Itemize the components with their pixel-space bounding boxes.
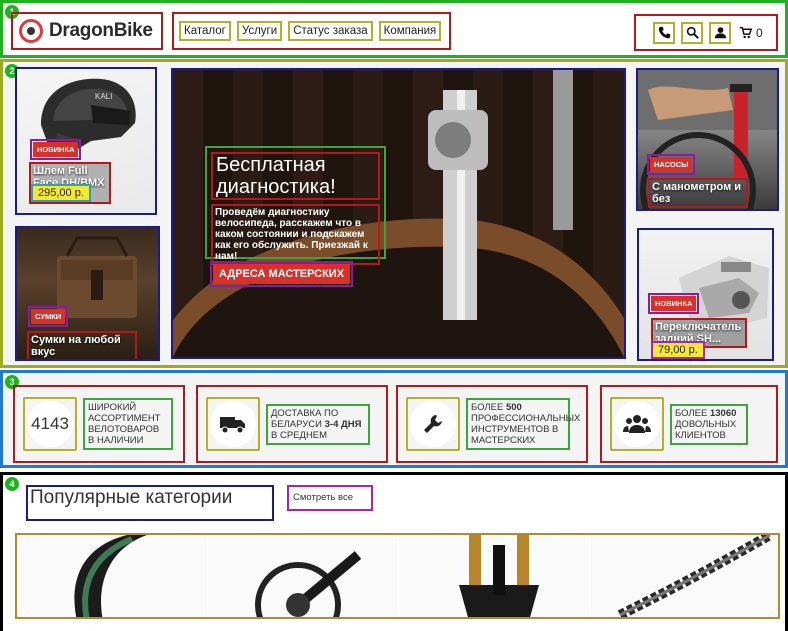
site-header: 1 DragonBike Каталог Услуги Статус заказ… (0, 0, 788, 58)
badge-new: НОВИНКА (29, 139, 82, 160)
promo-card-bags[interactable]: СУМКИ Сумки на любой вкус (15, 226, 160, 361)
cart-icon (739, 26, 752, 39)
truck-icon (206, 397, 260, 451)
section-tag: 4 (5, 477, 19, 491)
see-all-link[interactable]: Смотреть все (287, 485, 373, 511)
hero-description: Проведём диагностику велосипеда, расскаж… (211, 204, 380, 265)
feature-delivery: ДОСТАВКА ПО БЕЛАРУСИ 3-4 ДНЯ В СРЕДНЕМ (196, 385, 388, 463)
svg-text:KALI: KALI (95, 92, 112, 101)
category-tire[interactable] (17, 535, 208, 617)
logo-text: DragonBike (49, 20, 153, 41)
category-carousel (15, 533, 780, 619)
badge-bags: СУМКИ (27, 306, 69, 327)
feature-tools: БОЛЕЕ 500 ПРОФЕССИОНАЛЬНЫХ ИНСТРУМЕНТОВ … (396, 385, 588, 463)
logo-icon (19, 19, 43, 43)
cart-button[interactable]: 0 (737, 22, 765, 44)
hero-section: 2 KALI НОВИНКА Шлем Full Face DH/BMX Zok… (0, 59, 788, 368)
phone-icon[interactable] (653, 21, 675, 44)
badge-pumps: НАСОСЫ (646, 154, 696, 175)
category-chains[interactable] (590, 535, 778, 617)
wrench-icon (406, 397, 460, 451)
crankset-image (255, 551, 362, 617)
feature-assortment: 4143 ШИРОКИЙ АССОРТИМЕНТ ВЕЛОТОВАРОВ В Н… (13, 385, 185, 463)
users-icon (610, 397, 664, 451)
features-section: 3 4143 ШИРОКИЙ АССОРТИМЕНТ ВЕЛОТОВАРОВ В… (0, 370, 788, 468)
hero-banner[interactable]: Бесплатная диагностика! Проведём диагнос… (171, 68, 626, 359)
assortment-count-badge: 4143 (23, 397, 77, 451)
feature-text: ДОСТАВКА ПО БЕЛАРУСИ 3-4 ДНЯ В СРЕДНЕМ (266, 403, 370, 445)
nav-item-catalog[interactable]: Каталог (179, 21, 231, 41)
section-title: Популярные категории (26, 485, 274, 521)
feature-text: БОЛЕЕ 13060 ДОВОЛЬНЫХ КЛИЕНТОВ (670, 403, 748, 445)
nav-item-order-status[interactable]: Статус заказа (288, 21, 373, 41)
card-title: Сумки на любой вкус (27, 331, 137, 359)
category-cranks[interactable] (208, 535, 399, 617)
promo-card-derailleur[interactable]: НОВИНКА Переключатель задний SH... 79,00… (637, 228, 774, 361)
category-forks[interactable] (399, 535, 590, 617)
cart-count: 0 (756, 25, 763, 40)
chain-image (617, 535, 773, 617)
hero-text-block: Бесплатная диагностика! Проведём диагнос… (205, 146, 386, 265)
card-title: С манометром и без (648, 178, 748, 208)
hero-heading: Бесплатная диагностика! (211, 152, 380, 200)
user-icon[interactable] (709, 21, 731, 44)
fork-image (459, 535, 539, 617)
assortment-count: 4143 (27, 401, 73, 447)
header-tools: 0 (634, 14, 778, 51)
workshop-addresses-button[interactable]: АДРЕСА МАСТЕРСКИХ (209, 261, 354, 287)
feature-clients: БОЛЕЕ 13060 ДОВОЛЬНЫХ КЛИЕНТОВ (600, 385, 778, 463)
categories-section: 4 Популярные категории Смотреть все (0, 472, 788, 631)
main-nav: Каталог Услуги Статус заказа Компания (172, 12, 451, 50)
site-logo[interactable]: DragonBike (11, 12, 163, 50)
feature-text: БОЛЕЕ 500 ПРОФЕССИОНАЛЬНЫХ ИНСТРУМЕНТОВ … (466, 398, 580, 450)
search-icon[interactable] (681, 21, 703, 44)
feature-text: ШИРОКИЙ АССОРТИМЕНТ ВЕЛОТОВАРОВ В НАЛИЧИ… (83, 398, 173, 450)
badge-new: НОВИНКА (647, 293, 700, 314)
promo-card-pumps[interactable]: НАСОСЫ С манометром и без (636, 68, 779, 211)
price-tag: 79,00 р. (651, 341, 705, 359)
nav-item-services[interactable]: Услуги (236, 21, 283, 41)
tire-image (74, 535, 147, 617)
nav-item-company[interactable]: Компания (378, 21, 442, 41)
price-tag: 295,00 р. (31, 184, 91, 202)
promo-card-helmet[interactable]: KALI НОВИНКА Шлем Full Face DH/BMX Zok..… (15, 67, 157, 215)
